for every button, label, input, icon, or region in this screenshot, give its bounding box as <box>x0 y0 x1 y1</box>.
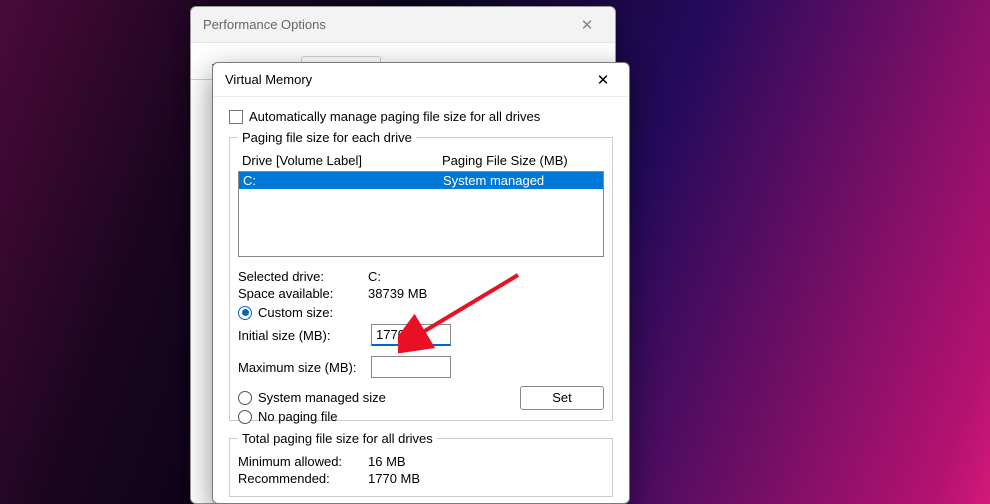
col-drive: Drive [Volume Label] <box>242 153 442 168</box>
radio-custom-size[interactable]: Custom size: <box>238 305 604 320</box>
space-value: 38739 MB <box>368 286 604 301</box>
close-icon[interactable]: ✕ <box>589 71 617 89</box>
maximum-size-label: Maximum size (MB): <box>238 360 371 375</box>
selected-drive-value: C: <box>368 269 604 284</box>
drive-cell: C: <box>243 173 443 188</box>
radio-icon[interactable] <box>238 391 252 405</box>
initial-size-input[interactable] <box>371 324 451 346</box>
total-paging-group: Total paging file size for all drives Mi… <box>229 431 613 497</box>
vm-title: Virtual Memory <box>225 72 589 87</box>
radio-no-paging[interactable]: No paging file <box>238 409 604 424</box>
drive-list[interactable]: C: System managed <box>238 171 604 257</box>
list-item[interactable]: C: System managed <box>239 172 603 189</box>
radio-icon[interactable] <box>238 410 252 424</box>
virtual-memory-dialog: Virtual Memory ✕ Automatically manage pa… <box>212 62 630 504</box>
perf-titlebar: Performance Options ✕ <box>191 7 615 43</box>
radio-label: System managed size <box>258 390 386 405</box>
selected-drive-label: Selected drive: <box>238 269 368 284</box>
space-label: Space available: <box>238 286 368 301</box>
selected-drive-row: Selected drive: C: <box>238 269 604 284</box>
radio-label: Custom size: <box>258 305 333 320</box>
vm-body: Automatically manage paging file size fo… <box>213 97 629 497</box>
maximum-size-input[interactable] <box>371 356 451 378</box>
rec-label: Recommended: <box>238 471 368 486</box>
space-available-row: Space available: 38739 MB <box>238 286 604 301</box>
radio-icon[interactable] <box>238 306 252 320</box>
maximum-size-row: Maximum size (MB): <box>238 356 604 378</box>
close-icon[interactable]: ✕ <box>571 16 603 34</box>
perf-title: Performance Options <box>203 17 571 32</box>
minimum-row: Minimum allowed: 16 MB <box>238 454 604 469</box>
initial-size-label: Initial size (MB): <box>238 328 371 343</box>
drive-list-header: Drive [Volume Label] Paging File Size (M… <box>238 151 604 169</box>
auto-manage-label: Automatically manage paging file size fo… <box>249 109 540 124</box>
min-label: Minimum allowed: <box>238 454 368 469</box>
rec-value: 1770 MB <box>368 471 604 486</box>
paging-per-drive-group: Paging file size for each drive Drive [V… <box>229 130 613 421</box>
initial-size-row: Initial size (MB): <box>238 324 604 346</box>
checkbox-icon[interactable] <box>229 110 243 124</box>
vm-titlebar: Virtual Memory ✕ <box>213 63 629 97</box>
min-value: 16 MB <box>368 454 604 469</box>
size-cell: System managed <box>443 173 599 188</box>
group-legend: Paging file size for each drive <box>238 130 416 145</box>
col-size: Paging File Size (MB) <box>442 153 600 168</box>
radio-label: No paging file <box>258 409 338 424</box>
group-legend: Total paging file size for all drives <box>238 431 437 446</box>
auto-manage-checkbox-row[interactable]: Automatically manage paging file size fo… <box>229 109 613 124</box>
set-button[interactable]: Set <box>520 386 604 410</box>
recommended-row: Recommended: 1770 MB <box>238 471 604 486</box>
